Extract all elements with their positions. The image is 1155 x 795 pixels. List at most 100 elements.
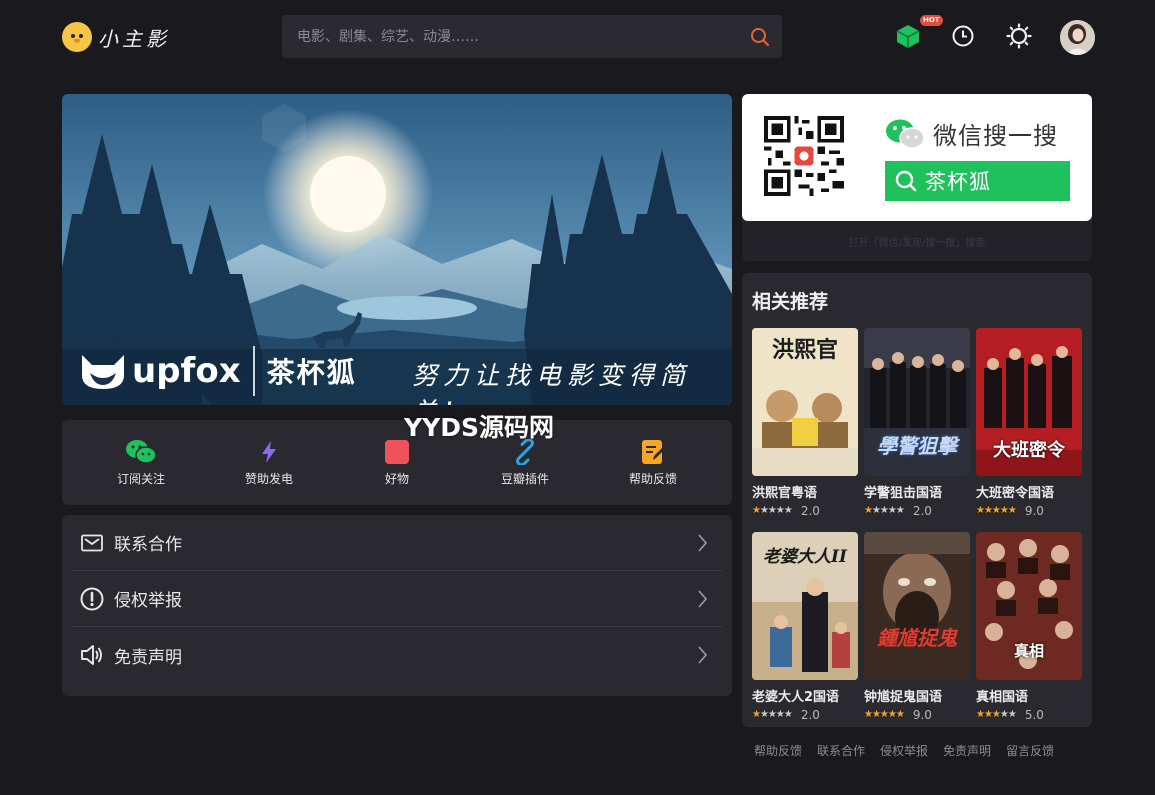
search-icon — [895, 170, 917, 192]
movie-title: 学警狙击国语 — [864, 486, 943, 501]
quick-link-label: 帮助反馈 — [628, 472, 677, 486]
lightning-icon — [262, 441, 276, 463]
movie-poster: 洪熙官 — [752, 328, 858, 476]
wechat-search-button[interactable]: 茶杯狐 — [885, 161, 1070, 201]
search-bar — [282, 15, 782, 58]
chick-logo-icon — [62, 22, 92, 52]
movie-poster: 鍾馗捉鬼 — [864, 532, 970, 680]
banner-brand-en: upfox — [132, 351, 241, 391]
wechat-search-title: 微信搜一搜 — [885, 116, 1058, 151]
movie-rating: ★★★★★ 5.0 — [976, 707, 1082, 723]
movie-poster: 學警狙擊 — [864, 328, 970, 476]
movie-score: 9.0 — [912, 708, 932, 722]
banner-brand-cn: 茶杯狐 — [266, 356, 357, 389]
warning-icon — [80, 587, 104, 610]
wechat-search-card: 微信搜一搜 茶杯狐 — [742, 94, 1092, 221]
qr-code-image — [764, 116, 844, 196]
movie-title: 钟馗捉鬼国语 — [864, 690, 943, 705]
app-download-button[interactable] — [893, 21, 923, 51]
quick-link-goods[interactable]: 好物 — [357, 438, 437, 487]
movie-rating: ★★★★★ 9.0 — [864, 707, 970, 723]
movie-rating: ★★★★★ 2.0 — [752, 707, 858, 723]
hero-banner[interactable]: upfox 茶杯狐 努力让找电影变得简单! — [62, 94, 732, 405]
footer-link-help[interactable]: 帮助反馈 — [754, 742, 802, 759]
watermark-text: YYDS源码网 — [404, 413, 554, 442]
movie-poster: 真相 — [976, 532, 1082, 680]
quick-link-feedback[interactable]: 帮助反馈 — [613, 438, 693, 487]
info-menu: 联系合作 侵权举报 免责声明 — [62, 515, 732, 696]
wechat-search-hint: 打开「微信/发现/搜一搜」搜索 — [848, 238, 986, 249]
quick-link-sponsor[interactable]: 赞助发电 — [229, 438, 309, 487]
quick-links-bar: 订阅关注 赞助发电 好物 豆瓣插件 帮助反馈 — [62, 420, 732, 505]
star-rating-icon: ★★★★★ — [864, 505, 905, 516]
poster-title: 鍾馗捉鬼 — [877, 626, 957, 650]
banner-brand: upfox 茶杯狐 — [78, 346, 357, 396]
wechat-search-panel: 微信搜一搜 茶杯狐 打开「微信/发现/搜一搜」搜索 — [742, 94, 1092, 261]
movie-title: 老婆大人2国语 — [752, 690, 840, 705]
mail-icon — [81, 534, 103, 551]
menu-item-disclaimer[interactable]: 免责声明 — [72, 627, 722, 683]
wechat-icon — [886, 119, 925, 149]
movie-poster: 老婆大人II — [752, 532, 858, 680]
avatar-image — [1060, 20, 1095, 55]
user-avatar[interactable] — [1060, 20, 1095, 55]
menu-item-label: 侵权举报 — [114, 591, 182, 611]
recommend-card[interactable]: 老婆大人II 老婆大人2国语 ★★★★★ 2.0 — [752, 532, 858, 723]
chevron-right-icon — [698, 533, 707, 552]
site-logo[interactable]: 小主影 — [62, 20, 170, 54]
movie-score: 9.0 — [1024, 504, 1044, 518]
recommend-title: 相关推荐 — [752, 291, 829, 313]
menu-item-label: 联系合作 — [114, 535, 182, 555]
recommend-card[interactable]: 學警狙擊 学警狙击国语 ★★★★★ 2.0 — [864, 328, 970, 519]
search-input[interactable] — [282, 28, 738, 45]
movie-rating: ★★★★★ 2.0 — [864, 503, 970, 519]
recommend-card[interactable]: 洪熙官 洪熙官粤语 ★★★★★ 2.0 — [752, 328, 858, 519]
poster-title: 洪熙官 — [771, 337, 838, 363]
recommend-card[interactable]: 鍾馗捉鬼 钟馗捉鬼国语 ★★★★★ 9.0 — [864, 532, 970, 723]
site-name: 小主影 — [98, 26, 170, 51]
top-header: 小主影 HOT — [0, 0, 1155, 76]
history-button[interactable] — [948, 21, 978, 51]
movie-rating: ★★★★★ 9.0 — [976, 503, 1082, 519]
search-button[interactable] — [738, 15, 782, 58]
recommend-card[interactable]: 大班密令 大班密令国语 ★★★★★ 9.0 — [976, 328, 1082, 519]
quick-link-label: 赞助发电 — [244, 472, 293, 486]
menu-item-contact[interactable]: 联系合作 — [72, 515, 722, 571]
cube-icon — [896, 25, 920, 48]
quick-link-label: 好物 — [384, 472, 409, 486]
banner-slogan: 努力让找电影变得简单! — [412, 361, 692, 405]
footer-link-contact[interactable]: 联系合作 — [817, 742, 865, 759]
movie-rating: ★★★★★ 2.0 — [752, 503, 858, 519]
movie-score: 2.0 — [800, 504, 820, 518]
recommend-panel: 相关推荐 洪熙官 洪熙官粤语 ★★★★★ 2.0 學警狙擊 学警狙击国语 ★★★… — [742, 273, 1092, 727]
footer-link-disclaimer[interactable]: 免责声明 — [943, 742, 991, 759]
edit-icon — [642, 440, 664, 464]
movie-title: 大班密令国语 — [976, 486, 1055, 501]
menu-item-report[interactable]: 侵权举报 — [72, 571, 722, 627]
movie-score: 5.0 — [1024, 708, 1044, 722]
movie-title: 真相国语 — [976, 690, 1029, 705]
movie-poster: 大班密令 — [976, 328, 1082, 476]
quick-link-subscribe[interactable]: 订阅关注 — [101, 438, 181, 487]
poster-title: 老婆大人II — [763, 547, 847, 567]
search-icon — [751, 27, 769, 46]
star-rating-icon: ★★★★★ — [752, 505, 793, 516]
recommend-card[interactable]: 真相 真相国语 ★★★★★ 5.0 — [976, 532, 1082, 723]
footer-link-message[interactable]: 留言反馈 — [1006, 742, 1054, 759]
movie-title: 洪熙官粤语 — [752, 486, 818, 501]
quick-link-douban-plugin[interactable]: 豆瓣插件 — [485, 438, 565, 487]
star-rating-icon: ★★★★★ — [976, 709, 1017, 720]
poster-title: 真相 — [1013, 642, 1044, 660]
poster-title: 大班密令 — [993, 440, 1065, 461]
footer-link-report[interactable]: 侵权举报 — [880, 742, 928, 759]
theme-toggle-button[interactable] — [1004, 21, 1034, 51]
chevron-right-icon — [698, 646, 707, 664]
star-rating-icon: ★★★★★ — [752, 709, 793, 720]
menu-item-label: 免责声明 — [114, 647, 182, 668]
footer-links: 帮助反馈 联系合作 侵权举报 免责声明 留言反馈 — [754, 742, 1054, 759]
clock-icon — [952, 25, 974, 47]
movie-score: 2.0 — [800, 708, 820, 722]
movie-score: 2.0 — [912, 504, 932, 518]
quick-link-label: 订阅关注 — [116, 472, 165, 486]
wechat-search-title-text: 微信搜一搜 — [933, 122, 1058, 150]
